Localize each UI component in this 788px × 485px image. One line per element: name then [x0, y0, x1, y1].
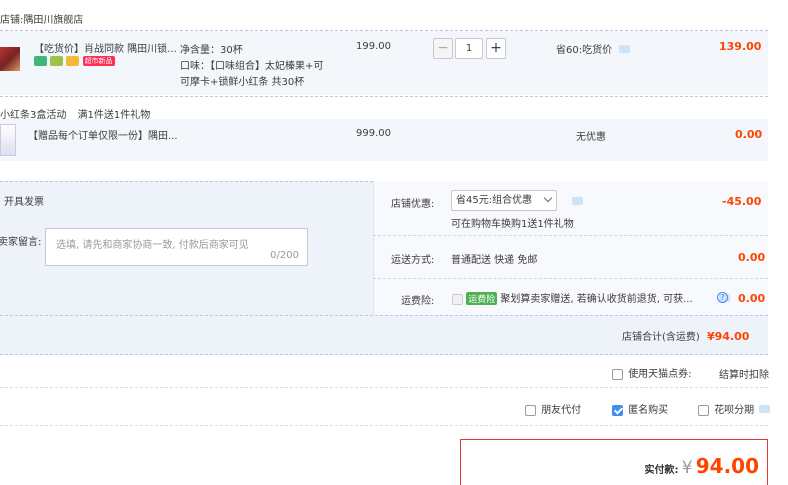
divider — [373, 235, 768, 236]
tmall-points-label: 使用天猫点券: — [628, 369, 692, 380]
shop-total-value: ¥94.00 — [707, 330, 750, 343]
chat-bubble-icon[interactable] — [759, 405, 771, 414]
shop-discount-note: 可在购物车换购1送1件礼物 — [451, 219, 574, 230]
shop-total-label: 店铺合计(含运费) — [622, 332, 700, 343]
invoice-label[interactable]: 开具发票 — [4, 193, 44, 208]
divider — [0, 96, 768, 97]
guarantee-icon — [50, 56, 64, 66]
chat-bubble-icon[interactable] — [619, 45, 631, 54]
item-total: 139.00 — [719, 40, 762, 53]
qty-input[interactable]: 1 — [455, 38, 483, 59]
gift-thumbnail[interactable] — [0, 124, 16, 156]
service-icons: 超市新品 — [34, 56, 115, 69]
item-discount: 省60:吃货价 — [556, 41, 631, 56]
shop-discount-select[interactable]: 省45元:组合优惠 — [451, 190, 557, 211]
checkout-page: 店铺:隅田川旗舰店 【吃货价】肖战同款 隅田川锁... 超市新品 净含量：30杯… — [0, 0, 788, 485]
shop-total: 店铺合计(含运费) ¥94.00 — [622, 328, 749, 343]
unit-price: 199.00 — [356, 41, 391, 52]
spec-flavor-cont: 可摩卡+锁鲜小红条 共30杯 — [180, 77, 305, 88]
help-icon[interactable]: ? — [717, 292, 728, 303]
gift-discount: 无优惠 — [576, 132, 606, 143]
insurance-amount: 0.00 — [738, 292, 766, 305]
insurance-badge: 运费险 — [466, 292, 498, 305]
insurance-row: 运费险 聚划算卖家赠送, 若确认收货前退货, 可获... — [452, 290, 693, 305]
shop-header: 店铺:隅田川旗舰店 — [0, 11, 83, 26]
huabei-label: 花呗分期 — [714, 405, 755, 416]
shop-name-link[interactable]: 隅田川旗舰店 — [23, 15, 83, 26]
anonymous-label: 匿名购买 — [628, 405, 669, 416]
item-discount-text: 省60:吃货价 — [556, 45, 613, 56]
divider — [0, 315, 768, 316]
product-title-link[interactable]: 【吃货价】肖战同款 隅田川锁... — [34, 40, 177, 55]
payment-currency: ¥ — [681, 458, 693, 478]
qty-plus-button[interactable]: + — [486, 38, 506, 59]
seven-day-return-icon — [34, 56, 47, 66]
payment-box: 实付款: ¥ 94.00 — [460, 439, 768, 485]
gift-title-link[interactable]: 【赠品每个订单仅限一份】隅田... — [28, 127, 178, 142]
friend-pay-checkbox[interactable] — [525, 404, 536, 416]
chevron-down-icon — [543, 193, 553, 203]
anonymous-option[interactable]: 匿名购买 — [612, 401, 668, 416]
huabei-option[interactable]: 花呗分期 — [698, 401, 771, 416]
insurance-desc: 聚划算卖家赠送, 若确认收货前退货, 可获... — [500, 294, 693, 305]
shop-discount-selected: 省45元:组合优惠 — [456, 195, 533, 206]
divider — [373, 278, 768, 279]
gift-total: 0.00 — [735, 128, 763, 141]
chat-bubble-icon[interactable] — [572, 197, 583, 206]
huabei-checkbox[interactable] — [698, 404, 709, 416]
message-input[interactable]: 选填, 请先和商家协商一致, 付款后商家可见 0/200 — [45, 228, 308, 266]
shop-discount-label: 店铺优惠: — [391, 199, 435, 210]
insurance-checkbox[interactable] — [452, 293, 463, 305]
payment-total: 实付款: ¥ 94.00 — [645, 454, 759, 478]
friend-pay-label: 朋友代付 — [541, 405, 582, 416]
shipping-amount: 0.00 — [738, 251, 766, 264]
shipping-label: 运送方式: — [391, 255, 435, 266]
shipping-method: 普通配送 快递 免邮 — [451, 255, 538, 266]
gift-price: 999.00 — [356, 128, 391, 139]
message-placeholder: 选填, 请先和商家协商一致, 付款后商家可见 — [56, 240, 249, 251]
tmall-points-note: 结算时扣除 — [719, 370, 769, 381]
message-counter: 0/200 — [270, 250, 299, 261]
qty-minus-button[interactable]: − — [433, 38, 453, 59]
card-icon — [66, 56, 80, 66]
shop-discount-amount: -45.00 — [722, 195, 762, 208]
friend-pay-option[interactable]: 朋友代付 — [525, 401, 581, 416]
divider — [0, 425, 768, 426]
insurance-label: 运费险: — [401, 296, 435, 307]
spec-net-content: 净含量：30杯 — [180, 45, 243, 56]
message-label: 给卖家留言: — [0, 237, 42, 248]
anonymous-checkbox[interactable] — [612, 404, 623, 416]
payment-amount: 94.00 — [695, 454, 759, 478]
supermarket-badge: 超市新品 — [82, 56, 115, 66]
tmall-points-row: 使用天猫点券: — [612, 365, 692, 380]
payment-label: 实付款: — [644, 465, 679, 476]
product-thumbnail[interactable] — [0, 47, 20, 71]
tmall-points-checkbox[interactable] — [612, 368, 623, 380]
spec-flavor: 口味：【口味组合】太妃榛果+可 — [180, 61, 324, 72]
shop-label: 店铺: — [0, 15, 24, 26]
divider — [0, 387, 768, 388]
